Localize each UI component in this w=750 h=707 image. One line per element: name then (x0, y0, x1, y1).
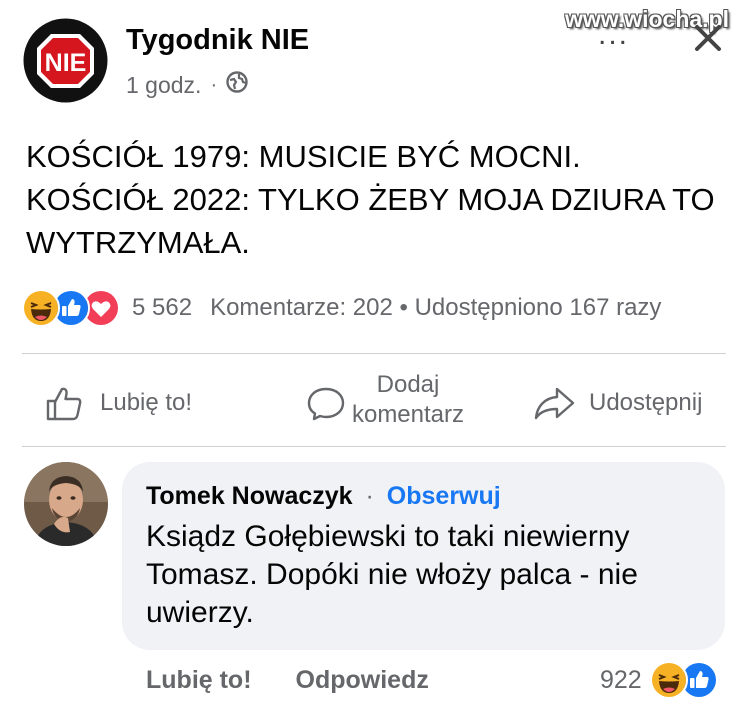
page-name[interactable]: Tygodnik NIE (126, 22, 309, 58)
post-text: KOŚCIÓŁ 1979: MUSICIE BYĆ MOCNI. KOŚCIÓŁ… (26, 135, 738, 264)
divider (22, 446, 726, 447)
meta-separator: · (210, 74, 218, 96)
reaction-count[interactable]: 5 562 (132, 294, 192, 322)
globe-icon (226, 70, 248, 100)
haha-icon (649, 661, 688, 699)
share-button[interactable]: Udostępnij (533, 370, 702, 436)
post-text-line: WYTRZYMAŁA. (26, 225, 250, 260)
thumbs-up-icon (46, 387, 82, 421)
divider (22, 353, 726, 354)
post-meta: 1 godz. · (126, 70, 248, 100)
like-button-label: Lubię to! (100, 389, 193, 416)
comment-label-line: komentarz (351, 401, 465, 428)
comment-reaction-count: 922 (600, 665, 642, 694)
logo-text: NIE (45, 49, 87, 77)
comment-like-button[interactable]: Lubię to! (146, 663, 252, 697)
share-count[interactable]: Udostępniono 167 razy (415, 294, 662, 321)
more-options-icon[interactable]: ... (598, 20, 629, 50)
page-logo[interactable]: NIE (23, 18, 108, 103)
share-arrow-icon (534, 387, 575, 420)
comment-reactions[interactable]: 922 (600, 661, 718, 699)
like-button[interactable]: Lubię to! (44, 370, 192, 436)
post-text-line: KOŚCIÓŁ 2022: TYLKO ŻEBY MOJA DZIURA TO (26, 182, 715, 217)
reactions-summary[interactable]: 5 562 Komentarze: 202 • Udostępniono 167… (22, 288, 732, 328)
comment-count[interactable]: Komentarze: 202 (210, 294, 393, 321)
comment-author[interactable]: Tomek Nowaczyk (146, 482, 353, 510)
comment-text: Ksiądz Gołębiewski to taki niewierny Tom… (146, 518, 716, 632)
close-icon[interactable] (690, 20, 726, 56)
post-text-line: KOŚCIÓŁ 1979: MUSICIE BYĆ MOCNI. (26, 139, 581, 174)
comment-text-line: Ksiądz Gołębiewski to taki niewierny (146, 520, 630, 553)
post-time[interactable]: 1 godz. (126, 70, 201, 100)
comment-header: Tomek Nowaczyk · Obserwuj (146, 480, 501, 512)
author-separator: · (365, 482, 374, 510)
comment-text-line: uwierzy. (146, 596, 254, 629)
comment-text-line: Tomasz. Dopóki nie włoży palca - nie (146, 558, 638, 591)
comment-button-label: Dodaj komentarz (338, 370, 478, 430)
comment-reply-button[interactable]: Odpowiedz (296, 663, 429, 697)
comments-shares-summary[interactable]: Komentarze: 202 • Udostępniono 167 razy (210, 294, 661, 322)
avatar[interactable] (24, 462, 108, 546)
comment-button[interactable]: Dodaj komentarz (306, 370, 464, 436)
share-button-label: Udostępnij (589, 389, 703, 416)
stat-separator: • (399, 294, 408, 321)
comment-label-line: Dodaj (376, 371, 440, 398)
haha-icon (22, 289, 60, 327)
comment-actions: Lubię to! Odpowiedz (146, 663, 429, 697)
follow-button[interactable]: Obserwuj (387, 482, 501, 510)
